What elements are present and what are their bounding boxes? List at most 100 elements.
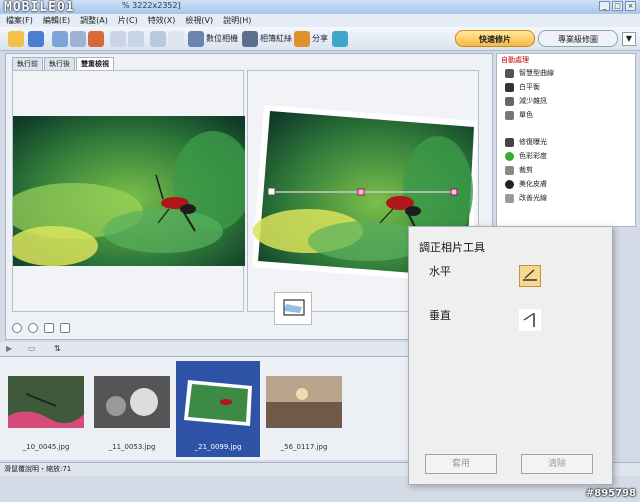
window-title: % 3222x2352] <box>122 1 181 10</box>
horizontal-straighten-button[interactable] <box>519 265 541 287</box>
horizontal-level-icon <box>523 269 537 281</box>
menu-adjust[interactable]: 調整(A) <box>80 14 108 27</box>
straighten-tool-panel: 調正相片工具 水平 垂直 套用 清除 <box>408 226 613 485</box>
camera-import-icon[interactable] <box>188 31 204 47</box>
mono-icon <box>505 110 514 120</box>
side-item-smart-curve[interactable]: 智慧型曲線 <box>505 67 554 79</box>
apply-button[interactable]: 套用 <box>425 454 497 474</box>
before-photo <box>3 116 253 266</box>
close-button[interactable]: × <box>625 1 636 11</box>
mode-tabs: 快速修片 專業級修圖 <box>452 30 618 47</box>
zoom-in-icon[interactable] <box>12 323 22 333</box>
straighten-tool-button[interactable] <box>274 292 312 325</box>
share-button[interactable]: 分享 <box>312 33 328 44</box>
menu-bar: 檔案(F) 編輯(E) 調整(A) 片(C) 特效(X) 檢視(V) 說明(H) <box>0 14 640 27</box>
view-mode-icon[interactable]: ▭ <box>28 344 36 353</box>
skin-icon <box>505 179 514 189</box>
auto-process-header: 自動處理 <box>501 56 529 64</box>
mode-dropdown-icon[interactable]: ▼ <box>622 32 636 46</box>
guide-handle-right[interactable] <box>450 188 458 196</box>
vertical-label: 垂直 <box>429 309 451 322</box>
color-icon <box>505 151 514 161</box>
thumbnail-caption: _21_0099.jpg <box>194 443 242 451</box>
white-balance-icon <box>505 82 514 92</box>
thumbnail[interactable]: _56_0117.jpg <box>262 361 346 457</box>
thumbnail-caption: _11_0053.jpg <box>108 443 156 451</box>
light-icon <box>505 193 514 203</box>
main-toolbar: 數位相機 相簿紅絲 分享 快速修片 專業級修圖 ▼ <box>0 27 640 51</box>
noise-icon <box>505 96 514 106</box>
menu-photo[interactable]: 片(C) <box>118 14 138 27</box>
exposure-icon <box>505 137 514 147</box>
maximize-button[interactable]: □ <box>612 1 623 11</box>
curve-icon <box>505 68 514 78</box>
share-icon[interactable] <box>294 31 310 47</box>
thumbnail-image <box>8 376 84 428</box>
side-item-lighting[interactable]: 改善光線 <box>505 192 547 204</box>
title-bar: MOBILE01 % 3222x2352] _ □ × <box>0 0 640 15</box>
before-pane <box>3 70 253 312</box>
tab-dual-view[interactable]: 雙重檢視 <box>76 57 114 70</box>
menu-view[interactable]: 檢視(V) <box>185 14 213 27</box>
menu-effects[interactable]: 特效(X) <box>148 14 176 27</box>
save-icon[interactable] <box>28 31 44 47</box>
adjustment-panel: 自動處理 智慧型曲線 白平衡 減少雜訊 單色 修復曝光 色彩彩度 裁剪 美化皮膚… <box>496 53 636 227</box>
minimize-button[interactable]: _ <box>599 1 610 11</box>
side-item-noise-reduction[interactable]: 減少雜訊 <box>505 95 547 107</box>
filmstrip: _10_0045.jpg _11_0053.jpg _21_0099.jpg _… <box>0 356 410 460</box>
filmstrip-toolbar: ▶ ▭ ⇅ <box>0 342 410 356</box>
thumbnail[interactable]: _11_0053.jpg <box>90 361 174 457</box>
paste-icon[interactable] <box>128 31 144 47</box>
side-item-white-balance[interactable]: 白平衡 <box>505 81 540 93</box>
globe-icon[interactable] <box>332 31 348 47</box>
thumbnail-image <box>266 376 342 428</box>
panel-title: 調正相片工具 <box>419 241 485 254</box>
view-tabs: 執行前 執行後 雙重檢視 <box>12 57 115 70</box>
scan-icon[interactable] <box>52 31 68 47</box>
album-button[interactable]: 相簿紅絲 <box>260 33 292 44</box>
thumbnail-caption: _56_0117.jpg <box>280 443 328 451</box>
undo-icon[interactable] <box>150 31 166 47</box>
side-item-fix-exposure[interactable]: 修復曝光 <box>505 136 547 148</box>
tab-before[interactable]: 執行前 <box>12 57 43 70</box>
side-item-mono[interactable]: 單色 <box>505 109 533 121</box>
tab-after[interactable]: 執行後 <box>44 57 75 70</box>
guide-handle-left[interactable] <box>267 187 276 196</box>
watermark: #895798 <box>585 488 636 499</box>
mobile01-logo: MOBILE01 <box>4 0 75 15</box>
digital-camera-button[interactable]: 數位相機 <box>206 33 238 44</box>
zoom-controls <box>12 323 70 333</box>
thumbnail[interactable]: _10_0045.jpg <box>4 361 88 457</box>
crop-icon <box>505 165 514 175</box>
vertical-straighten-button[interactable] <box>519 309 541 331</box>
guide-handle-mid[interactable] <box>357 188 365 196</box>
side-item-saturation[interactable]: 色彩彩度 <box>505 150 547 162</box>
play-icon[interactable]: ▶ <box>6 344 12 353</box>
fit-window-icon[interactable] <box>60 323 70 333</box>
camera-icon[interactable] <box>88 31 104 47</box>
redo-icon[interactable] <box>168 31 184 47</box>
thumbnail-image <box>94 376 170 428</box>
open-folder-icon[interactable] <box>8 31 24 47</box>
straighten-icon <box>283 299 305 316</box>
thumbnail-caption: _10_0045.jpg <box>22 443 70 451</box>
actual-size-icon[interactable] <box>44 323 54 333</box>
menu-edit[interactable]: 編輯(E) <box>43 14 70 27</box>
thumbnail-selected[interactable]: _21_0099.jpg <box>176 361 260 457</box>
copy-icon[interactable] <box>110 31 126 47</box>
sort-icon[interactable]: ⇅ <box>54 344 61 353</box>
grid-icon[interactable] <box>70 31 86 47</box>
side-item-skin[interactable]: 美化皮膚 <box>505 178 547 190</box>
vertical-level-icon <box>523 313 535 327</box>
window-controls: _ □ × <box>599 1 636 11</box>
status-text: 滑鼠覆說明・縮放:71 <box>4 465 72 473</box>
menu-file[interactable]: 檔案(F) <box>6 14 33 27</box>
album-icon[interactable] <box>242 31 258 47</box>
menu-help[interactable]: 說明(H) <box>223 14 251 27</box>
tab-pro-edit[interactable]: 專業級修圖 <box>538 30 618 47</box>
zoom-out-icon[interactable] <box>28 323 38 333</box>
thumbnail-image <box>184 380 252 426</box>
side-item-crop[interactable]: 裁剪 <box>505 164 533 176</box>
clear-button[interactable]: 清除 <box>521 454 593 474</box>
tab-quick-fix[interactable]: 快速修片 <box>455 30 535 47</box>
